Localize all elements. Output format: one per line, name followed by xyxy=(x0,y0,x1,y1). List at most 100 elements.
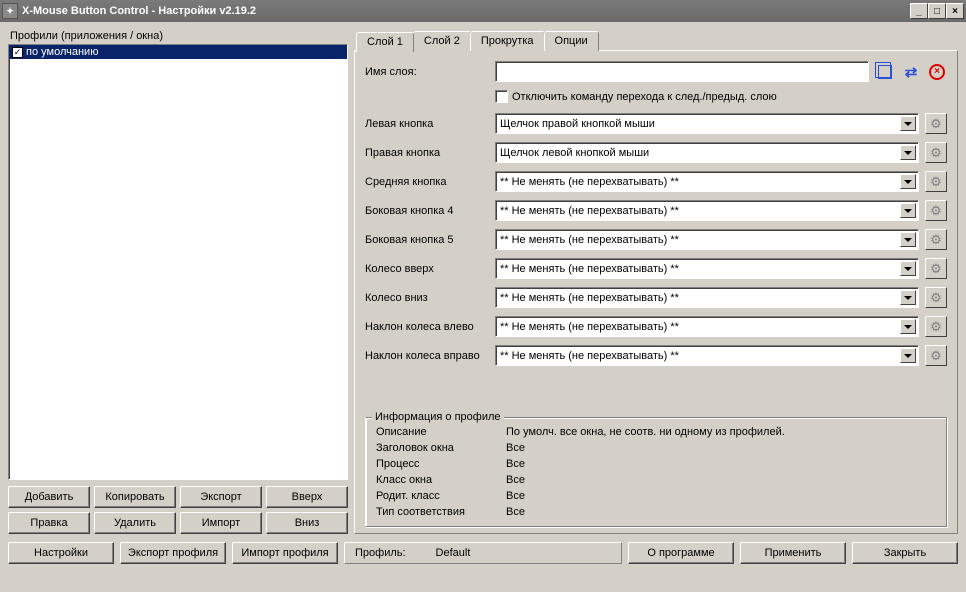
mapping-gear-button[interactable]: ⚙ xyxy=(925,316,947,337)
down-button[interactable]: Вниз xyxy=(266,512,348,534)
gear-icon: ⚙ xyxy=(930,203,942,219)
mapping-select[interactable]: ** Не менять (не перехватывать) ** xyxy=(495,287,919,308)
mapping-label: Наклон колеса вправо xyxy=(365,350,489,362)
tabs: Слой 1 Слой 2 Прокрутка Опции xyxy=(356,30,958,50)
profile-value: Default xyxy=(436,547,471,559)
mapping-gear-button[interactable]: ⚙ xyxy=(925,258,947,279)
info-row: Класс окнаВсе xyxy=(376,472,936,488)
profile-label: Профиль: xyxy=(355,547,406,559)
mapping-value: ** Не менять (не перехватывать) ** xyxy=(500,205,679,217)
info-row: ПроцессВсе xyxy=(376,456,936,472)
mapping-row: Колесо вниз** Не менять (не перехватыват… xyxy=(365,287,947,308)
mapping-gear-button[interactable]: ⚙ xyxy=(925,345,947,366)
apply-button[interactable]: Применить xyxy=(740,542,846,564)
info-row: Тип соответствияВсе xyxy=(376,504,936,520)
info-key: Описание xyxy=(376,426,506,438)
gear-icon: ⚙ xyxy=(930,116,942,132)
copy-button[interactable]: Копировать xyxy=(94,486,176,508)
profile-item-label: по умолчанию xyxy=(26,46,98,58)
mapping-label: Наклон колеса влево xyxy=(365,321,489,333)
mapping-select[interactable]: Щелчок правой кнопкой мыши xyxy=(495,113,919,134)
reset-layer-button[interactable]: × xyxy=(927,62,947,82)
settings-button[interactable]: Настройки xyxy=(8,542,114,564)
gear-icon: ⚙ xyxy=(930,319,942,335)
mapping-row: Правая кнопкаЩелчок левой кнопкой мыши⚙ xyxy=(365,142,947,163)
mapping-select[interactable]: ** Не менять (не перехватывать) ** xyxy=(495,316,919,337)
mapping-row: Колесо вверх ** Не менять (не перехватыва… xyxy=(365,258,947,279)
mapping-gear-button[interactable]: ⚙ xyxy=(925,142,947,163)
copy-icon xyxy=(878,65,892,79)
tab-layer2[interactable]: Слой 2 xyxy=(413,31,471,51)
import-profile-button[interactable]: Импорт профиля xyxy=(232,542,338,564)
swap-icon: ⇄ xyxy=(905,63,918,81)
profile-list[interactable]: ✓ по умолчанию xyxy=(8,44,348,480)
mapping-value: ** Не менять (не перехватывать) ** xyxy=(500,292,679,304)
export-button[interactable]: Экспорт xyxy=(180,486,262,508)
mapping-value: ** Не менять (не перехватывать) ** xyxy=(500,263,679,275)
tab-content: Имя слоя: ⇄ × Отключить команду перехода… xyxy=(354,50,958,534)
reset-icon: × xyxy=(929,64,945,80)
import-button[interactable]: Импорт xyxy=(180,512,262,534)
mapping-label: Левая кнопка xyxy=(365,118,489,130)
tab-options[interactable]: Опции xyxy=(544,31,599,51)
mapping-label: Боковая кнопка 4 xyxy=(365,205,489,217)
mapping-value: Щелчок правой кнопкой мыши xyxy=(500,118,655,130)
mapping-row: Боковая кнопка 5** Не менять (не перехва… xyxy=(365,229,947,250)
mapping-select[interactable]: ** Не менять (не перехватывать) ** xyxy=(495,171,919,192)
copy-layer-button[interactable] xyxy=(875,62,895,82)
gear-icon: ⚙ xyxy=(930,290,942,306)
profile-indicator: Профиль: Default xyxy=(344,542,622,564)
mapping-value: ** Не менять (не перехватывать) ** xyxy=(500,234,679,246)
mapping-gear-button[interactable]: ⚙ xyxy=(925,113,947,134)
mapping-gear-button[interactable]: ⚙ xyxy=(925,200,947,221)
mapping-select[interactable]: ** Не менять (не перехватывать) ** xyxy=(495,258,919,279)
mapping-label: Колесо вверх xyxy=(365,263,489,275)
dropdown-arrow-icon xyxy=(900,145,916,160)
gear-icon: ⚙ xyxy=(930,348,942,364)
info-value: Все xyxy=(506,490,525,502)
info-row: Заголовок окнаВсе xyxy=(376,440,936,456)
mapping-gear-button[interactable]: ⚙ xyxy=(925,229,947,250)
info-key: Родит. класс xyxy=(376,490,506,502)
add-button[interactable]: Добавить xyxy=(8,486,90,508)
info-key: Заголовок окна xyxy=(376,442,506,454)
export-profile-button[interactable]: Экспорт профиля xyxy=(120,542,226,564)
info-value: Все xyxy=(506,458,525,470)
dropdown-arrow-icon xyxy=(900,290,916,305)
minimize-button[interactable]: _ xyxy=(910,3,928,19)
dropdown-arrow-icon xyxy=(900,203,916,218)
mapping-select[interactable]: Щелчок левой кнопкой мыши xyxy=(495,142,919,163)
tab-scroll[interactable]: Прокрутка xyxy=(470,31,545,51)
info-value: По умолч. все окна, не соотв. ни одному … xyxy=(506,426,785,438)
close-button[interactable]: Закрыть xyxy=(852,542,958,564)
profile-checkbox[interactable]: ✓ xyxy=(12,47,23,58)
swap-layer-button[interactable]: ⇄ xyxy=(901,62,921,82)
tab-layer1[interactable]: Слой 1 xyxy=(356,32,414,52)
layer-panel: Слой 1 Слой 2 Прокрутка Опции Имя слоя: … xyxy=(354,30,958,534)
delete-button[interactable]: Удалить xyxy=(94,512,176,534)
close-window-button[interactable]: × xyxy=(946,3,964,19)
dropdown-arrow-icon xyxy=(900,232,916,247)
profiles-panel: Профили (приложения / окна) ✓ по умолчан… xyxy=(8,30,348,534)
up-button[interactable]: Вверх xyxy=(266,486,348,508)
disable-switch-checkbox[interactable] xyxy=(495,90,508,103)
mapping-row: Левая кнопка Щелчок правой кнопкой мыши ⚙ xyxy=(365,113,947,134)
profile-item-default[interactable]: ✓ по умолчанию xyxy=(9,45,347,59)
mapping-gear-button[interactable]: ⚙ xyxy=(925,287,947,308)
maximize-button[interactable]: □ xyxy=(928,3,946,19)
disable-switch-label: Отключить команду перехода к след./преды… xyxy=(512,91,777,103)
mapping-label: Средняя кнопка xyxy=(365,176,489,188)
mapping-gear-button[interactable]: ⚙ xyxy=(925,171,947,192)
mapping-select[interactable]: ** Не менять (не перехватывать) ** xyxy=(495,200,919,221)
layer-name-input[interactable] xyxy=(495,61,869,82)
edit-button[interactable]: Правка xyxy=(8,512,90,534)
about-button[interactable]: О программе xyxy=(628,542,734,564)
mapping-select[interactable]: ** Не менять (не перехватывать) ** xyxy=(495,229,919,250)
mapping-row: Наклон колеса влево ** Не менять (не пере… xyxy=(365,316,947,337)
info-value: Все xyxy=(506,442,525,454)
bottom-bar: Настройки Экспорт профиля Импорт профиля… xyxy=(0,542,966,572)
dropdown-arrow-icon xyxy=(900,319,916,334)
window-title: X-Mouse Button Control - Настройки v2.19… xyxy=(22,5,910,17)
mapping-row: Боковая кнопка 4 ** Не менять (не перехва… xyxy=(365,200,947,221)
mapping-select[interactable]: ** Не менять (не перехватывать) ** xyxy=(495,345,919,366)
